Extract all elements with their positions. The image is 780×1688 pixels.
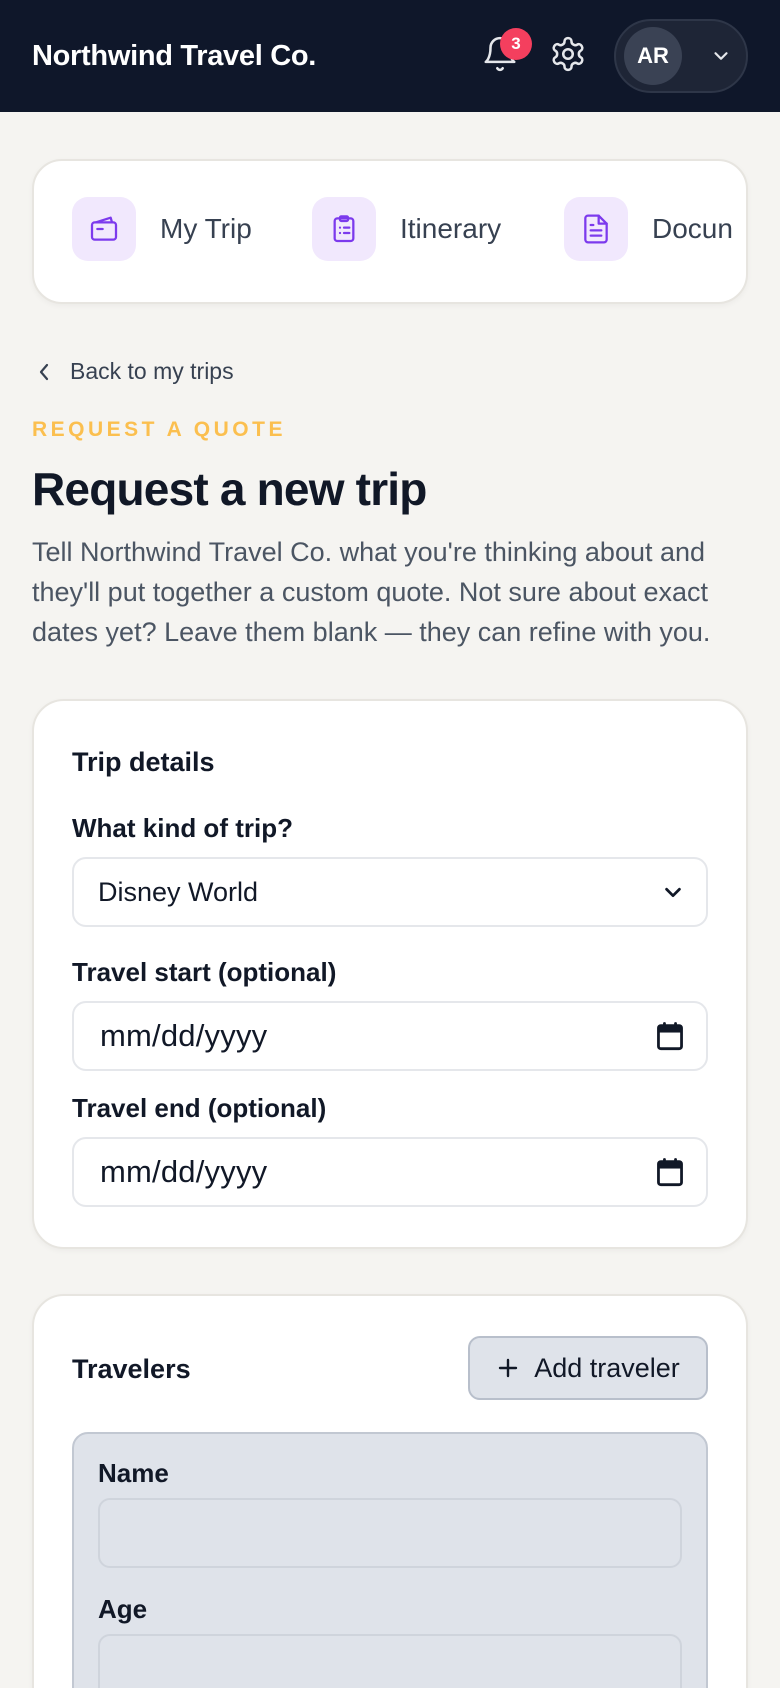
intro-text: Tell Northwind Travel Co. what you're th… — [32, 537, 711, 647]
notifications-button[interactable]: 3 — [472, 28, 532, 84]
chevron-down-icon — [662, 881, 684, 903]
trip-kind-value: Disney World — [98, 876, 259, 907]
travel-start-input[interactable]: mm/dd/yyyy — [72, 1001, 708, 1071]
document-icon — [564, 197, 628, 261]
nav-item-documents[interactable]: Docun — [564, 197, 733, 261]
traveler-age-input[interactable] — [98, 1634, 682, 1688]
trip-kind-label: What kind of trip? — [72, 813, 293, 843]
traveler-entry: Name Age — [72, 1432, 708, 1688]
brand-name[interactable]: Northwind Travel Co. — [32, 40, 316, 73]
back-link[interactable]: Back to my trips — [36, 358, 234, 385]
travel-end-placeholder: mm/dd/yyyy — [100, 1154, 268, 1189]
user-menu-button[interactable]: AR — [614, 19, 748, 93]
traveler-age-label: Age — [98, 1594, 148, 1624]
eyebrow-label: REQUEST A QUOTE — [32, 418, 286, 441]
add-traveler-button[interactable]: Add traveler — [468, 1336, 708, 1400]
plus-icon — [496, 1356, 520, 1380]
nav-item-itinerary[interactable]: Itinerary — [312, 197, 501, 261]
header-actions: 3 AR — [472, 18, 748, 94]
trip-nav-card: My Trip Itinerary Docun — [32, 159, 748, 304]
nav-label: My Trip — [160, 213, 252, 244]
card-title: Trip details — [72, 747, 215, 777]
top-bar: Northwind Travel Co. 3 AR — [0, 0, 780, 112]
settings-button[interactable] — [540, 28, 596, 84]
gear-icon — [549, 35, 587, 78]
travel-end-label: Travel end (optional) — [72, 1093, 327, 1123]
travel-end-input[interactable]: mm/dd/yyyy — [72, 1137, 708, 1207]
nav-item-my-trip[interactable]: My Trip — [72, 197, 252, 261]
calendar-icon[interactable] — [656, 1021, 684, 1051]
chevron-left-icon — [36, 362, 52, 382]
card-title: Travelers — [72, 1354, 191, 1384]
ticket-icon — [72, 197, 136, 261]
nav-label: Itinerary — [400, 213, 502, 244]
trip-details-card: Trip details What kind of trip? Disney W… — [32, 699, 748, 1249]
traveler-name-label: Name — [98, 1458, 169, 1488]
add-traveler-label: Add traveler — [534, 1352, 680, 1383]
trip-kind-select[interactable]: Disney World — [72, 857, 708, 927]
travel-start-placeholder: mm/dd/yyyy — [100, 1018, 268, 1053]
avatar: AR — [624, 27, 682, 85]
page-title: Request a new trip — [32, 463, 427, 515]
travel-start-label: Travel start (optional) — [72, 957, 337, 987]
travelers-card: Travelers Add traveler Name Age — [32, 1294, 748, 1688]
chevron-down-icon — [710, 45, 732, 67]
clipboard-icon — [312, 197, 376, 261]
traveler-name-input[interactable] — [98, 1498, 682, 1568]
back-link-label: Back to my trips — [70, 358, 234, 384]
nav-label: Docun — [652, 213, 733, 244]
notification-count-badge: 3 — [500, 28, 532, 60]
calendar-icon[interactable] — [656, 1157, 684, 1187]
